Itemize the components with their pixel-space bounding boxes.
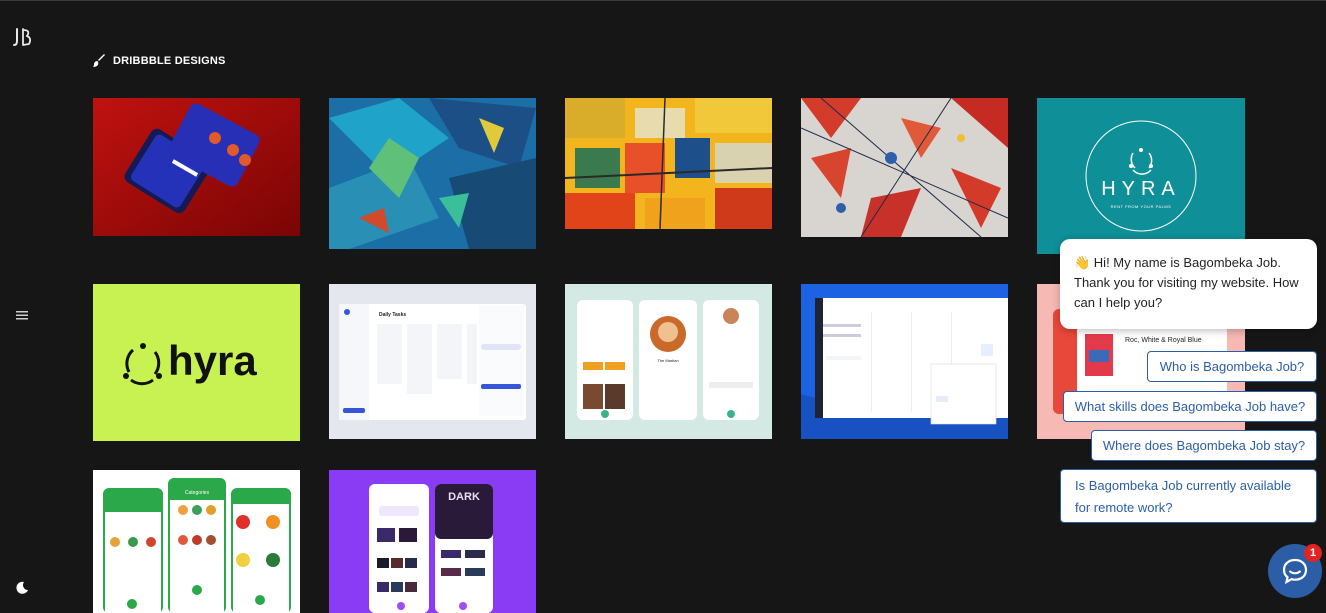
section-title: DRIBBBLE DESIGNS — [113, 54, 226, 67]
tile-grocery-app[interactable]: Categories — [93, 470, 300, 613]
quick-reply-location[interactable]: Where does Bagombeka Job stay? — [1091, 430, 1317, 461]
quick-reply-skills[interactable]: What skills does Bagombeka Job have? — [1063, 391, 1317, 422]
quick-reply-who[interactable]: Who is Bagombeka Job? — [1147, 351, 1317, 382]
tile-movie-app[interactable]: The Martian — [565, 284, 772, 439]
tile-hyra-lime-logo[interactable]: hyra — [93, 284, 300, 441]
movie-title: The Martian — [657, 358, 678, 363]
tile-red-white-abstract-paint[interactable] — [801, 98, 1008, 237]
chat-greeting-bubble: 👋 Hi! My name is Bagombeka Job. Thank yo… — [1060, 239, 1317, 329]
hyra-lime-text: hyra — [168, 337, 257, 384]
section-header: DRIBBBLE DESIGNS — [93, 54, 226, 67]
paintbrush-icon — [93, 54, 105, 67]
jb-logo[interactable] — [12, 26, 34, 48]
tile-blue-abstract-paint[interactable] — [329, 98, 536, 249]
chat-greeting-text: 👋 Hi! My name is Bagombeka Job. Thank yo… — [1074, 255, 1299, 310]
hyra-teal-text: HYRA — [1101, 178, 1181, 200]
unread-badge: 1 — [1304, 544, 1322, 562]
quick-reply-availability[interactable]: Is Bagombeka Job currently available for… — [1060, 469, 1317, 523]
tile-mobile-app-red[interactable] — [93, 98, 300, 236]
moon-icon[interactable] — [15, 581, 29, 595]
tile-hyra-teal-logo[interactable]: HYRA RENT FROM YOUR PALMS — [1037, 98, 1245, 254]
tile-yellow-abstract-paint[interactable] — [565, 98, 772, 229]
daily-tasks-title: Daily Tasks — [379, 312, 406, 318]
chat-icon — [1282, 558, 1308, 585]
top-border — [0, 0, 1326, 1]
hyra-teal-tagline: RENT FROM YOUR PALMS — [1111, 204, 1172, 209]
tile-daily-tasks-dashboard[interactable]: Daily Tasks — [329, 284, 536, 439]
grocery-title: Categories — [185, 490, 210, 496]
tile-calendar-dashboard[interactable] — [801, 284, 1008, 439]
book-title: Roc, White & Royal Blue — [1125, 337, 1202, 344]
dark-title: DARK — [448, 491, 480, 503]
tile-dark-movie-app[interactable]: DARK — [329, 470, 536, 613]
menu-icon[interactable] — [16, 310, 28, 320]
